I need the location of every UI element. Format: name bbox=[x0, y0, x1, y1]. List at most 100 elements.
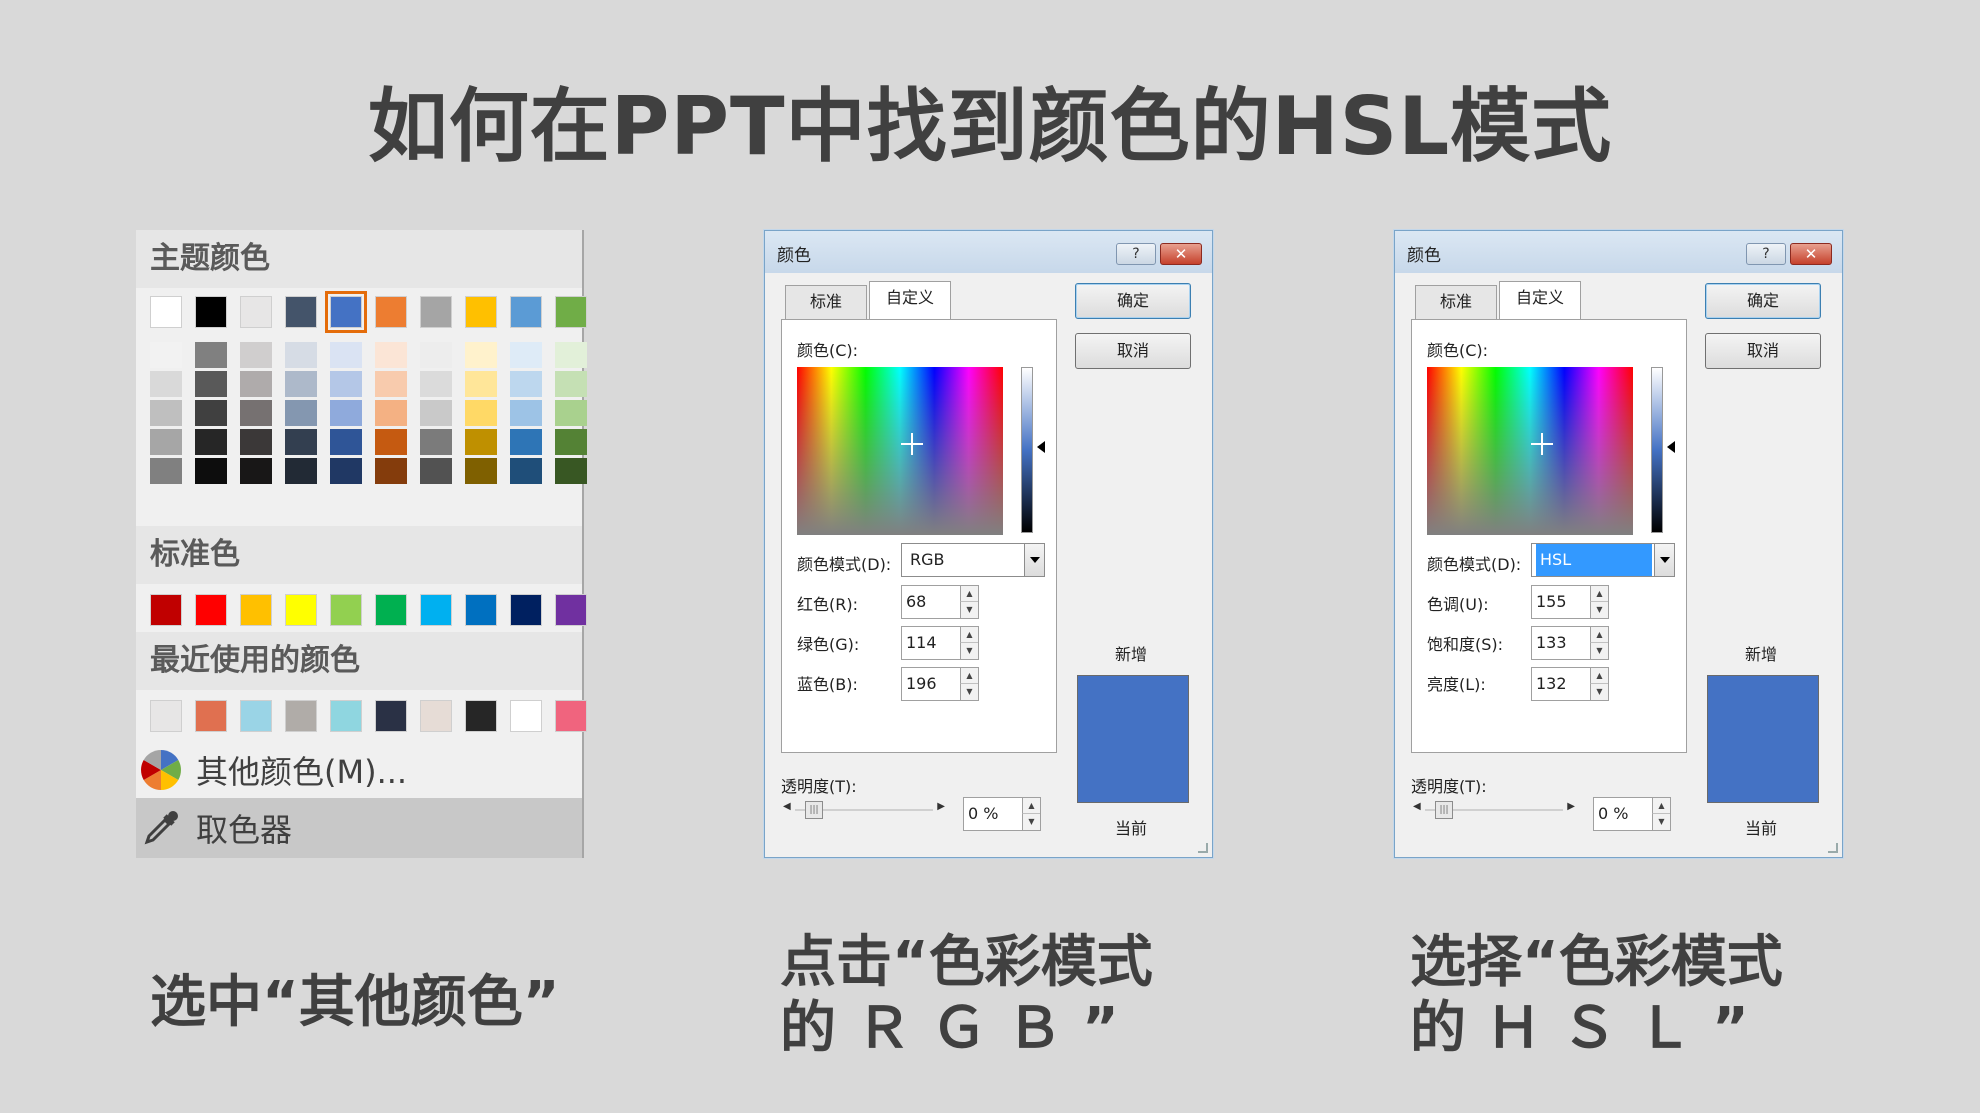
standard-color-swatch[interactable] bbox=[465, 594, 497, 626]
shade-swatch[interactable] bbox=[465, 429, 497, 455]
shade-swatch[interactable] bbox=[150, 400, 182, 426]
resize-grip-icon[interactable] bbox=[1828, 843, 1838, 853]
spin-up-icon[interactable]: ▲ bbox=[1022, 798, 1040, 814]
shade-swatch[interactable] bbox=[465, 371, 497, 397]
shade-swatch[interactable] bbox=[555, 400, 587, 426]
tab-standard[interactable]: 标准 bbox=[1415, 285, 1497, 319]
spin-up-icon[interactable]: ▲ bbox=[960, 627, 978, 643]
color-spectrum[interactable] bbox=[1427, 367, 1633, 535]
green-spinner[interactable]: 114 ▲ ▼ bbox=[901, 626, 979, 660]
theme-color-swatch[interactable] bbox=[150, 296, 182, 328]
ok-button[interactable]: 确定 bbox=[1705, 283, 1821, 319]
shade-swatch[interactable] bbox=[330, 429, 362, 455]
scroll-left-icon[interactable]: ◀ bbox=[783, 801, 791, 812]
spin-down-icon[interactable]: ▼ bbox=[1590, 684, 1608, 700]
spin-up-icon[interactable]: ▲ bbox=[960, 586, 978, 602]
spin-up-icon[interactable]: ▲ bbox=[1590, 627, 1608, 643]
color-mode-select[interactable]: RGB bbox=[901, 543, 1045, 577]
spin-down-icon[interactable]: ▼ bbox=[960, 643, 978, 659]
shade-swatch[interactable] bbox=[285, 458, 317, 484]
shade-swatch[interactable] bbox=[375, 458, 407, 484]
shade-swatch[interactable] bbox=[150, 371, 182, 397]
scroll-right-icon[interactable]: ▶ bbox=[937, 801, 945, 812]
shade-swatch[interactable] bbox=[420, 429, 452, 455]
theme-color-swatch[interactable] bbox=[555, 296, 587, 328]
spin-down-icon[interactable]: ▼ bbox=[1652, 814, 1670, 830]
transparency-slider[interactable]: ◀ ||| ▶ bbox=[781, 799, 947, 821]
shade-swatch[interactable] bbox=[420, 400, 452, 426]
shade-swatch[interactable] bbox=[510, 342, 542, 368]
shade-swatch[interactable] bbox=[420, 342, 452, 368]
luminance-slider[interactable] bbox=[1651, 367, 1663, 533]
shade-swatch[interactable] bbox=[285, 371, 317, 397]
shade-swatch[interactable] bbox=[420, 371, 452, 397]
theme-color-swatch[interactable] bbox=[240, 296, 272, 328]
shade-swatch[interactable] bbox=[555, 429, 587, 455]
theme-color-swatch[interactable] bbox=[375, 296, 407, 328]
transparency-spinner[interactable]: 0 % ▲ ▼ bbox=[963, 797, 1041, 831]
hue-spinner[interactable]: 155 ▲ ▼ bbox=[1531, 585, 1609, 619]
theme-color-swatch[interactable] bbox=[195, 296, 227, 328]
tab-standard[interactable]: 标准 bbox=[785, 285, 867, 319]
shade-swatch[interactable] bbox=[240, 400, 272, 426]
shade-swatch[interactable] bbox=[240, 342, 272, 368]
shade-swatch[interactable] bbox=[150, 458, 182, 484]
blue-spinner[interactable]: 196 ▲ ▼ bbox=[901, 667, 979, 701]
shade-swatch[interactable] bbox=[285, 429, 317, 455]
spin-down-icon[interactable]: ▼ bbox=[1590, 602, 1608, 618]
cancel-button[interactable]: 取消 bbox=[1705, 333, 1821, 369]
spin-down-icon[interactable]: ▼ bbox=[960, 684, 978, 700]
help-button[interactable]: ? bbox=[1116, 243, 1156, 265]
red-spinner[interactable]: 68 ▲ ▼ bbox=[901, 585, 979, 619]
resize-grip-icon[interactable] bbox=[1198, 843, 1208, 853]
shade-swatch[interactable] bbox=[195, 429, 227, 455]
shade-swatch[interactable] bbox=[195, 371, 227, 397]
shade-swatch[interactable] bbox=[330, 371, 362, 397]
shade-swatch[interactable] bbox=[240, 458, 272, 484]
eyedropper-item[interactable]: 取色器 bbox=[136, 798, 582, 858]
theme-color-swatch[interactable] bbox=[465, 296, 497, 328]
shade-swatch[interactable] bbox=[375, 371, 407, 397]
slider-thumb[interactable]: ||| bbox=[1435, 801, 1453, 819]
standard-color-swatch[interactable] bbox=[555, 594, 587, 626]
recent-color-swatch[interactable] bbox=[465, 700, 497, 732]
shade-swatch[interactable] bbox=[510, 429, 542, 455]
color-mode-select[interactable]: HSL bbox=[1531, 543, 1675, 577]
shade-swatch[interactable] bbox=[465, 400, 497, 426]
shade-swatch[interactable] bbox=[150, 342, 182, 368]
luminance-arrow-icon[interactable] bbox=[1037, 441, 1045, 453]
theme-color-swatch[interactable] bbox=[325, 291, 367, 333]
saturation-spinner[interactable]: 133 ▲ ▼ bbox=[1531, 626, 1609, 660]
shade-swatch[interactable] bbox=[240, 371, 272, 397]
more-colors-item[interactable]: 其他颜色(M)... bbox=[136, 742, 582, 798]
standard-color-swatch[interactable] bbox=[150, 594, 182, 626]
theme-color-swatch[interactable] bbox=[285, 296, 317, 328]
theme-color-swatch[interactable] bbox=[420, 296, 452, 328]
shade-swatch[interactable] bbox=[465, 458, 497, 484]
shade-swatch[interactable] bbox=[555, 371, 587, 397]
standard-color-swatch[interactable] bbox=[285, 594, 317, 626]
shade-swatch[interactable] bbox=[375, 429, 407, 455]
standard-color-swatch[interactable] bbox=[375, 594, 407, 626]
recent-color-swatch[interactable] bbox=[420, 700, 452, 732]
shade-swatch[interactable] bbox=[330, 342, 362, 368]
luminance-spinner[interactable]: 132 ▲ ▼ bbox=[1531, 667, 1609, 701]
close-button[interactable]: ✕ bbox=[1790, 243, 1832, 265]
shade-swatch[interactable] bbox=[240, 429, 272, 455]
shade-swatch[interactable] bbox=[195, 342, 227, 368]
luminance-slider[interactable] bbox=[1021, 367, 1033, 533]
spin-up-icon[interactable]: ▲ bbox=[960, 668, 978, 684]
shade-swatch[interactable] bbox=[330, 400, 362, 426]
standard-color-swatch[interactable] bbox=[420, 594, 452, 626]
shade-swatch[interactable] bbox=[555, 342, 587, 368]
standard-color-swatch[interactable] bbox=[330, 594, 362, 626]
help-button[interactable]: ? bbox=[1746, 243, 1786, 265]
ok-button[interactable]: 确定 bbox=[1075, 283, 1191, 319]
tab-custom[interactable]: 自定义 bbox=[869, 281, 951, 319]
shade-swatch[interactable] bbox=[465, 342, 497, 368]
slider-thumb[interactable]: ||| bbox=[805, 801, 823, 819]
shade-swatch[interactable] bbox=[330, 458, 362, 484]
shade-swatch[interactable] bbox=[285, 342, 317, 368]
color-spectrum[interactable] bbox=[797, 367, 1003, 535]
shade-swatch[interactable] bbox=[285, 400, 317, 426]
